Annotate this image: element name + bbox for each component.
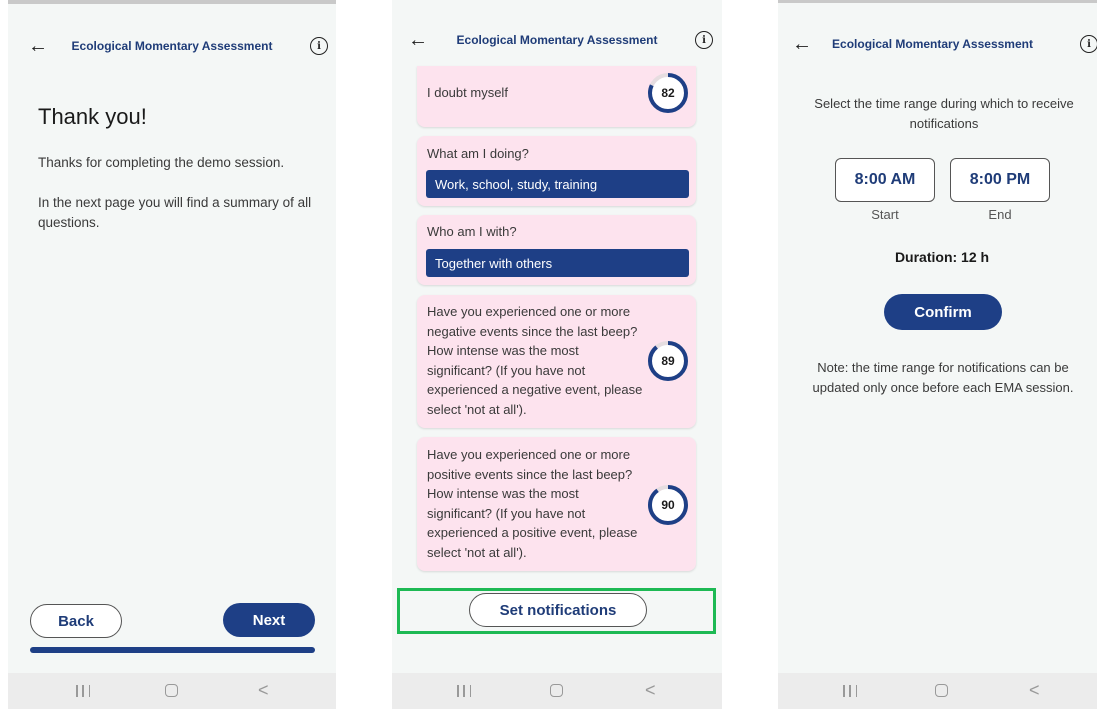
end-time-button[interactable]: 8:00 PM xyxy=(950,158,1050,202)
app-title: Ecological Momentary Assessment xyxy=(71,39,273,53)
screen-notification-time: ← Ecological Momentary Assessment i Sele… xyxy=(778,0,1097,709)
screen-thank-you: ← Ecological Momentary Assessment i Than… xyxy=(8,0,336,709)
status-divider xyxy=(778,0,1097,3)
duration-text: Duration: 12 h xyxy=(894,249,990,265)
score-gauge: 90 xyxy=(646,483,690,527)
system-navbar: < xyxy=(778,673,1097,709)
score-gauge: 89 xyxy=(646,339,690,383)
info-icon-glyph: i xyxy=(317,40,321,52)
next-button[interactable]: Next xyxy=(223,603,315,637)
summary-card: Have you experienced one or more positiv… xyxy=(417,437,696,571)
info-icon[interactable]: i xyxy=(1080,35,1097,53)
card-question: I doubt myself xyxy=(427,85,508,100)
end-label: End xyxy=(988,207,1012,222)
summary-card: Who am I with? Together with others xyxy=(417,215,696,285)
recent-apps-icon[interactable] xyxy=(76,685,90,697)
info-icon-glyph: i xyxy=(702,34,706,46)
card-question: Have you experienced one or more negativ… xyxy=(427,304,643,417)
system-navbar: < xyxy=(8,673,336,709)
app-bar: ← Ecological Momentary Assessment i xyxy=(8,28,336,64)
back-button[interactable]: Back xyxy=(30,604,122,638)
confirm-button[interactable]: Confirm xyxy=(884,294,1002,330)
summary-card: What am I doing? Work, school, study, tr… xyxy=(417,136,696,206)
card-answer: Together with others xyxy=(426,249,689,277)
app-title: Ecological Momentary Assessment xyxy=(456,33,658,47)
app-bar: ← Ecological Momentary Assessment i xyxy=(778,26,1097,62)
back-icon[interactable]: < xyxy=(258,680,269,701)
thanks-text: Thanks for completing the demo session. xyxy=(38,155,285,170)
progress-bar xyxy=(30,647,315,653)
summary-info-text: In the next page you will find a summary… xyxy=(38,195,312,230)
score-value: 82 xyxy=(661,86,675,100)
recent-apps-icon[interactable] xyxy=(843,685,857,697)
info-icon[interactable]: i xyxy=(310,37,328,55)
home-icon[interactable] xyxy=(165,684,178,697)
info-icon-glyph: i xyxy=(1087,38,1091,50)
note-text: Note: the time range for notifications c… xyxy=(812,360,1074,395)
status-divider xyxy=(8,0,336,4)
score-gauge: 82 xyxy=(646,71,690,115)
card-question: Who am I with? xyxy=(427,224,517,239)
summary-card: Have you experienced one or more negativ… xyxy=(417,295,696,428)
page-title: Thank you! xyxy=(38,104,147,129)
back-icon[interactable]: < xyxy=(645,680,656,701)
app-title: Ecological Momentary Assessment xyxy=(832,37,1033,51)
score-value: 89 xyxy=(661,354,675,368)
summary-card: I doubt myself 82 xyxy=(417,66,696,127)
home-icon[interactable] xyxy=(550,684,563,697)
start-label: Start xyxy=(871,207,899,222)
app-bar: ← Ecological Momentary Assessment i xyxy=(392,22,722,58)
recent-apps-icon[interactable] xyxy=(457,685,471,697)
card-answer: Work, school, study, training xyxy=(426,170,689,198)
back-icon[interactable]: < xyxy=(1029,680,1040,701)
start-time-button[interactable]: 8:00 AM xyxy=(835,158,935,202)
score-value: 90 xyxy=(661,498,675,512)
instruction-text: Select the time range during which to re… xyxy=(814,96,1074,131)
info-icon[interactable]: i xyxy=(695,31,713,49)
system-navbar: < xyxy=(392,673,722,709)
card-question: What am I doing? xyxy=(427,146,529,161)
card-question: Have you experienced one or more positiv… xyxy=(427,447,638,560)
highlight-frame xyxy=(397,588,716,634)
home-icon[interactable] xyxy=(935,684,948,697)
